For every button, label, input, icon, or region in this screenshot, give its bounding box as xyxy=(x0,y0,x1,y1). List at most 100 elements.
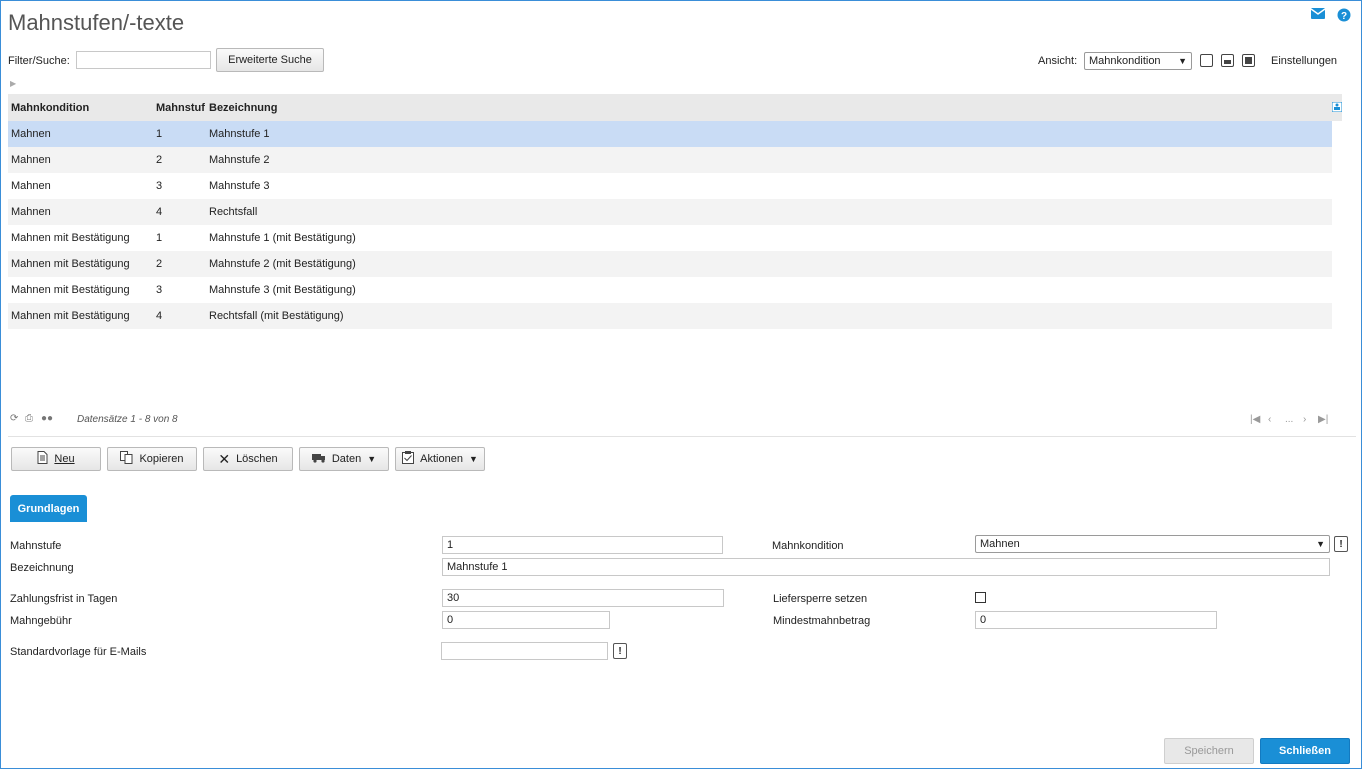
grid-header: Mahnkondition Mahnstuf Bezeichnung xyxy=(8,94,1343,121)
table-row[interactable]: Mahnen 4 Rechtsfall xyxy=(8,199,1332,225)
table-row[interactable]: Mahnen mit Bestätigung 3 Mahnstufe 3 (mi… xyxy=(8,277,1332,303)
copy-icon xyxy=(120,451,133,467)
view-layout-full-icon[interactable] xyxy=(1242,54,1255,67)
cell-mahnkondition: Mahnen xyxy=(11,154,51,166)
chevron-down-icon: ▼ xyxy=(1178,56,1187,66)
mail-icon[interactable] xyxy=(1310,8,1326,22)
next-page-icon[interactable]: › xyxy=(1303,414,1306,425)
expand-arrow-icon[interactable]: ▶ xyxy=(10,79,16,88)
page-title: Mahnstufen/-texte xyxy=(8,10,185,35)
cell-bezeichnung: Mahnstufe 2 (mit Bestätigung) xyxy=(209,258,356,270)
mindestmahnbetrag-field[interactable] xyxy=(975,611,1217,629)
cell-mahnstufe: 3 xyxy=(156,284,163,296)
cell-mahnkondition: Mahnen xyxy=(11,128,51,140)
prev-page-icon[interactable]: ‹ xyxy=(1268,414,1271,425)
table-row[interactable]: Mahnen 3 Mahnstufe 3 xyxy=(8,173,1332,199)
caret-down-icon: ▼ xyxy=(468,454,478,464)
cell-bezeichnung: Mahnstufe 1 (mit Bestätigung) xyxy=(209,232,356,244)
mindestmahnbetrag-label: Mindestmahnbetrag xyxy=(773,615,871,627)
liefersperre-label: Liefersperre setzen xyxy=(773,593,868,605)
mahnkondition-label: Mahnkondition xyxy=(772,540,844,552)
cell-bezeichnung: Mahnstufe 2 xyxy=(209,154,270,166)
view-select-value: Mahnkondition xyxy=(1089,55,1161,67)
mahnkondition-value: Mahnen xyxy=(980,538,1020,550)
page-ellipsis[interactable]: ... xyxy=(1285,414,1293,425)
zahlungsfrist-field[interactable] xyxy=(442,589,724,607)
clipboard-icon xyxy=(402,451,415,467)
close-button[interactable]: Schließen xyxy=(1260,738,1350,764)
zahlungsfrist-label: Zahlungsfrist in Tagen xyxy=(10,593,118,605)
cell-mahnstufe: 2 xyxy=(156,258,163,270)
copy-button[interactable]: Kopieren xyxy=(107,447,197,471)
cell-bezeichnung: Rechtsfall (mit Bestätigung) xyxy=(209,310,344,322)
table-row[interactable]: Mahnen mit Bestätigung 1 Mahnstufe 1 (mi… xyxy=(8,225,1332,251)
table-row[interactable]: Mahnen 1 Mahnstufe 1 xyxy=(8,121,1332,147)
bezeichnung-field[interactable] xyxy=(442,558,1330,576)
data-menu-button[interactable]: Daten ▼ xyxy=(299,447,389,471)
truck-icon xyxy=(311,452,326,466)
advanced-search-button[interactable]: Erweiterte Suche xyxy=(216,48,324,72)
delete-button[interactable]: ✕ Löschen xyxy=(203,447,293,471)
tab-grundlagen[interactable]: Grundlagen xyxy=(10,495,87,522)
filter-label: Filter/Suche: xyxy=(8,55,70,67)
column-header-mahnkondition[interactable]: Mahnkondition xyxy=(11,102,89,114)
cell-mahnstufe: 2 xyxy=(156,154,163,166)
close-button-label: Schließen xyxy=(1279,745,1331,757)
column-header-mahnstufe[interactable]: Mahnstuf xyxy=(156,102,205,114)
cell-bezeichnung: Mahnstufe 1 xyxy=(209,128,270,140)
bezeichnung-label: Bezeichnung xyxy=(10,562,74,574)
cell-mahnkondition: Mahnen mit Bestätigung xyxy=(11,258,130,270)
first-page-icon[interactable]: |◀ xyxy=(1250,414,1260,425)
save-button[interactable]: Speichern xyxy=(1164,738,1254,764)
view-layout-single-icon[interactable] xyxy=(1200,54,1213,67)
new-button[interactable]: Neu xyxy=(11,447,101,471)
document-icon xyxy=(37,451,48,467)
tab-grundlagen-label: Grundlagen xyxy=(17,502,80,515)
caret-down-icon: ▼ xyxy=(367,454,377,464)
cell-mahnstufe: 1 xyxy=(156,128,163,140)
mahnkondition-select[interactable]: Mahnen ▼ xyxy=(975,535,1330,553)
cell-bezeichnung: Mahnstufe 3 (mit Bestätigung) xyxy=(209,284,356,296)
exclamation-icon[interactable]: ! xyxy=(1334,536,1348,552)
chevron-down-icon: ▼ xyxy=(1316,539,1325,549)
table-row[interactable]: Mahnen mit Bestätigung 2 Mahnstufe 2 (mi… xyxy=(8,251,1332,277)
mahngebuehr-label: Mahngebühr xyxy=(10,615,72,627)
cell-mahnkondition: Mahnen mit Bestätigung xyxy=(11,232,130,244)
cell-mahnkondition: Mahnen mit Bestätigung xyxy=(11,310,130,322)
table-row[interactable]: Mahnen 2 Mahnstufe 2 xyxy=(8,147,1332,173)
divider xyxy=(8,436,1356,437)
settings-link[interactable]: Einstellungen xyxy=(1271,55,1337,67)
cell-mahnkondition: Mahnen xyxy=(11,206,51,218)
help-icon[interactable]: ? xyxy=(1337,8,1351,22)
new-button-label: Neu xyxy=(54,453,75,465)
data-menu-label: Daten xyxy=(331,453,362,465)
svg-text:?: ? xyxy=(1341,11,1347,22)
standardvorlage-label: Standardvorlage für E-Mails xyxy=(10,646,147,658)
mahnstufe-field[interactable] xyxy=(442,536,723,554)
view-label: Ansicht: xyxy=(1038,55,1078,67)
filter-input[interactable] xyxy=(76,51,211,69)
cell-mahnstufe: 1 xyxy=(156,232,163,244)
exclamation-icon[interactable]: ! xyxy=(613,643,627,659)
standardvorlage-field[interactable] xyxy=(441,642,608,660)
liefersperre-checkbox[interactable] xyxy=(975,592,986,603)
save-button-label: Speichern xyxy=(1184,745,1234,757)
last-page-icon[interactable]: ▶| xyxy=(1318,414,1328,425)
mahngebuehr-field[interactable] xyxy=(442,611,610,629)
filter-toggle-icon[interactable]: ●● xyxy=(41,413,53,424)
column-chooser-icon[interactable] xyxy=(1331,101,1343,115)
records-count: Datensätze 1 - 8 von 8 xyxy=(77,414,178,425)
actions-menu-button[interactable]: Aktionen ▼ xyxy=(395,447,485,471)
actions-menu-label: Aktionen xyxy=(420,453,463,465)
view-layout-split-icon[interactable] xyxy=(1221,54,1234,67)
cell-mahnkondition: Mahnen xyxy=(11,180,51,192)
cell-mahnkondition: Mahnen mit Bestätigung xyxy=(11,284,130,296)
refresh-icon[interactable]: ⟳ xyxy=(10,413,18,424)
table-row[interactable]: Mahnen mit Bestätigung 4 Rechtsfall (mit… xyxy=(8,303,1332,329)
view-select[interactable]: Mahnkondition ▼ xyxy=(1084,52,1192,70)
print-icon[interactable]: ⎙ xyxy=(25,413,33,424)
mahnstufe-label: Mahnstufe xyxy=(10,540,62,552)
column-header-bezeichnung[interactable]: Bezeichnung xyxy=(209,102,277,114)
advanced-search-label: Erweiterte Suche xyxy=(228,54,312,66)
delete-button-label: Löschen xyxy=(236,453,278,465)
